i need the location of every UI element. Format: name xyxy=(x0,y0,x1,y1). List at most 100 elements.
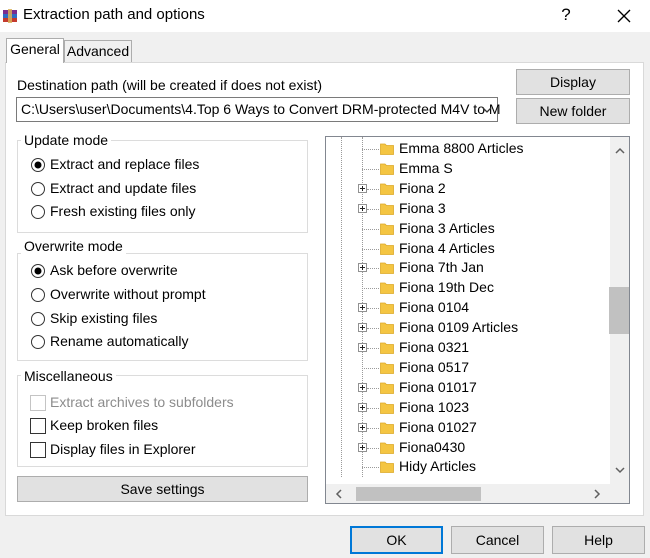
folder-icon xyxy=(380,342,394,354)
tree-item[interactable]: Fiona 0104 xyxy=(326,298,606,318)
tree-item[interactable]: Fiona 0109 Articles xyxy=(326,318,606,338)
tree-item[interactable]: Fiona 4 Articles xyxy=(326,239,606,259)
tree-item-label: Emma 8800 Articles xyxy=(399,140,524,156)
folder-icon xyxy=(380,402,394,414)
option-extract-replace-label[interactable]: Extract and replace files xyxy=(50,156,199,172)
expand-plus-icon[interactable] xyxy=(358,442,367,452)
expand-plus-icon[interactable] xyxy=(358,382,367,392)
tree-item[interactable]: Fiona 3 Articles xyxy=(326,219,606,239)
tree-connector xyxy=(367,407,379,409)
tree-item-label: Fiona 7th Jan xyxy=(399,259,484,276)
radio-extract-replace[interactable] xyxy=(30,157,46,173)
window-title: Extraction path and options xyxy=(23,6,205,23)
destination-path-combobox[interactable]: C:\Users\user\Documents\4.Top 6 Ways to … xyxy=(16,97,501,122)
expand-plus-icon[interactable] xyxy=(358,402,367,412)
option-extract-to-subfolders-label: Extract archives to subfolders xyxy=(50,394,234,410)
scroll-up-icon[interactable] xyxy=(610,141,630,161)
tree-item-label: Fiona 19th Dec xyxy=(399,279,494,296)
folder-icon xyxy=(380,163,394,175)
checkbox-display-in-explorer[interactable] xyxy=(30,442,46,458)
tree-item-label: Fiona 1023 xyxy=(399,398,470,415)
expand-plus-icon[interactable] xyxy=(358,343,367,352)
tree-item-label: Fiona 0104 xyxy=(399,299,470,316)
tree-item[interactable]: Fiona 01027 xyxy=(326,418,606,438)
expand-plus-icon[interactable] xyxy=(358,303,367,313)
radio-overwrite-without-prompt[interactable] xyxy=(30,287,46,303)
tree-item-label: Fiona 0109 Articles xyxy=(399,319,519,336)
vertical-scroll-thumb[interactable] xyxy=(609,287,629,334)
tree-item[interactable]: Hidy Articles xyxy=(326,457,606,477)
save-settings-button[interactable]: Save settings xyxy=(17,476,308,502)
tree-item[interactable]: Fiona 3 xyxy=(326,199,606,219)
folder-icon xyxy=(380,262,394,275)
chevron-down-icon[interactable] xyxy=(481,104,493,116)
expand-plus-icon[interactable] xyxy=(358,323,367,333)
tree-item[interactable]: Fiona 7th Jan xyxy=(326,258,606,278)
tree-item-label: Fiona 01017 xyxy=(399,378,477,395)
tree-item[interactable]: Fiona 19th Dec xyxy=(326,278,606,298)
tree-connector xyxy=(367,387,379,389)
help-question-button[interactable]: ? xyxy=(555,4,577,26)
option-rename-automatically-label[interactable]: Rename automatically xyxy=(50,333,189,349)
option-keep-broken-files-label[interactable]: Keep broken files xyxy=(50,417,158,433)
help-button[interactable]: Help xyxy=(552,526,645,554)
radio-skip-existing[interactable] xyxy=(30,311,46,327)
cancel-button[interactable]: Cancel xyxy=(451,526,544,554)
tree-connector xyxy=(362,288,379,290)
tree-item-label: Fiona0430 xyxy=(399,438,466,455)
option-skip-existing-label[interactable]: Skip existing files xyxy=(50,310,157,326)
folder-icon xyxy=(380,302,394,315)
folder-icon xyxy=(380,322,394,334)
tree-connector xyxy=(362,467,379,469)
horizontal-scroll-thumb[interactable] xyxy=(356,487,481,501)
radio-fresh-existing[interactable] xyxy=(30,204,46,220)
option-extract-update-label[interactable]: Extract and update files xyxy=(50,180,196,196)
tree-item[interactable]: Emma 8800 Articles xyxy=(326,139,606,159)
display-button[interactable]: Display xyxy=(516,69,630,95)
option-fresh-existing-label[interactable]: Fresh existing files only xyxy=(50,203,196,219)
radio-ask-before-overwrite[interactable] xyxy=(30,263,46,279)
radio-rename-automatically[interactable] xyxy=(30,334,46,350)
tree-item-label: Fiona 0517 xyxy=(399,358,470,375)
scroll-right-icon[interactable] xyxy=(588,484,606,504)
ok-button[interactable]: OK xyxy=(350,526,443,554)
tab-advanced[interactable]: Advanced xyxy=(64,40,132,62)
checkbox-keep-broken-files[interactable] xyxy=(30,418,46,434)
tree-item[interactable]: Fiona 0321 xyxy=(326,338,606,358)
tree-connector xyxy=(367,208,379,210)
option-display-in-explorer-label[interactable]: Display files in Explorer xyxy=(50,441,196,457)
tree-item-label: Hidy Articles xyxy=(399,458,477,475)
new-folder-button[interactable]: New folder xyxy=(516,98,630,124)
expand-plus-icon[interactable] xyxy=(358,422,367,432)
folder-icon xyxy=(380,243,394,255)
radio-extract-update[interactable] xyxy=(30,181,46,197)
update-mode-label: Update mode xyxy=(21,132,112,148)
tab-general[interactable]: General xyxy=(6,38,64,63)
scroll-down-icon[interactable] xyxy=(610,460,630,480)
tree-connector xyxy=(362,248,379,250)
tree-item[interactable]: Emma S xyxy=(326,159,606,179)
expand-plus-icon[interactable] xyxy=(358,263,367,273)
folder-icon xyxy=(380,442,394,454)
tree-item-label: Fiona 3 xyxy=(399,199,446,216)
scroll-left-icon[interactable] xyxy=(330,484,348,504)
tree-connector xyxy=(367,268,379,270)
tree-item[interactable]: Fiona 0517 xyxy=(326,358,606,378)
option-ask-before-overwrite-label[interactable]: Ask before overwrite xyxy=(50,262,178,278)
tree-item[interactable]: Fiona 1023 xyxy=(326,398,606,418)
folder-icon xyxy=(380,203,394,215)
folder-tree[interactable]: Emma 8800 Articles Emma S Fiona 2 Fiona 3 Fi… xyxy=(325,136,630,504)
tree-connector xyxy=(367,427,379,429)
tree-item[interactable]: Fiona0430 xyxy=(326,438,606,458)
tree-connector xyxy=(367,308,379,310)
tree-item[interactable]: Fiona 01017 xyxy=(326,378,606,398)
tree-connector xyxy=(362,367,379,369)
tree-item[interactable]: Fiona 2 xyxy=(326,179,606,199)
folder-icon xyxy=(380,382,394,394)
folder-icon xyxy=(380,461,394,474)
expand-plus-icon[interactable] xyxy=(358,183,367,193)
expand-plus-icon[interactable] xyxy=(358,203,367,213)
folder-icon xyxy=(380,143,394,155)
close-icon[interactable] xyxy=(611,3,637,29)
option-overwrite-without-prompt-label[interactable]: Overwrite without prompt xyxy=(50,286,206,302)
